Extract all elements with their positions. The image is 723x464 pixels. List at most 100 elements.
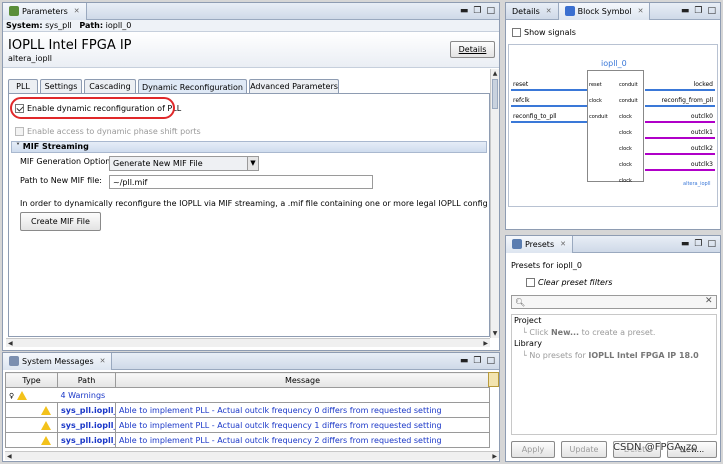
scroll-right-icon[interactable]: ▶ [492,452,497,461]
preset-search-input[interactable]: 🔍︎ [511,295,717,309]
click-new-hint: └ Click New... to create a preset. [522,328,656,337]
restore-icon[interactable]: ❐ [473,356,481,366]
vertical-scrollbar[interactable]: ▲ ▼ [490,69,499,338]
window-controls: ▬ ❐ □ [460,356,495,366]
clear-filters-label: Clear preset filters [538,278,613,287]
tab-details[interactable]: Details ✕ [506,2,559,20]
tab-cascading[interactable]: Cascading [84,79,136,93]
port-label-outer: outclk3 [690,161,713,168]
row-path: sys_pll.iopll_0 [57,402,116,418]
window-controls: ▬ ❐ □ [681,6,716,16]
tab-label: System Messages [22,356,94,366]
create-mif-button[interactable]: Create MIF File [20,212,101,231]
path-label: Path: [79,21,104,30]
update-button[interactable]: Update [561,441,607,458]
clear-search-icon[interactable]: ✕ [705,296,713,306]
mif-path-input[interactable]: ~/pll.mif [109,175,373,189]
maximize-icon[interactable]: □ [707,239,716,249]
port-label-outer: reconfig_from_pll [661,97,714,104]
info-text: In order to dynamically reconfigure the … [20,199,488,208]
mif-gen-select[interactable]: Generate New MIF File [109,156,259,171]
clear-filters-checkbox[interactable] [526,278,535,287]
mif-streaming-section[interactable]: ˅ MIF Streaming [11,141,487,153]
show-signals-label: Show signals [524,28,576,37]
port-label-inner: reset [589,82,602,88]
show-signals-checkbox[interactable] [512,28,521,37]
param-content: PLL Settings Cascading Dynamic Reconfigu… [8,79,490,337]
tab-body: Enable dynamic reconfiguration of PLL En… [8,93,490,337]
details-button[interactable]: Details [450,41,495,58]
port-label-inner: clock [589,98,602,104]
col-path[interactable]: Path [57,372,116,388]
ip-header: IOPLL Intel FPGA IP altera_iopll Details [3,32,499,68]
enable-phase-row: Enable access to dynamic phase shift por… [15,127,201,136]
col-type[interactable]: Type [5,372,58,388]
presets-header: Presets for iopll_0 [511,261,582,270]
scroll-thumb[interactable] [492,79,498,109]
show-signals-row[interactable]: Show signals [512,28,576,37]
ip-title: IOPLL Intel FPGA IP [8,38,132,53]
scroll-up-icon[interactable]: ▲ [491,69,499,78]
close-icon[interactable]: ✕ [100,357,106,365]
tab-dynamic-reconfiguration[interactable]: Dynamic Reconfiguration [138,79,247,94]
minimize-icon[interactable]: ▬ [460,356,469,366]
tree-library[interactable]: Library [514,339,542,348]
tab-advanced-parameters[interactable]: Advanced Parameters [249,79,339,93]
port-wire [511,121,587,123]
close-icon[interactable]: ✕ [546,7,552,15]
tab-system-messages[interactable]: System Messages ✕ [3,352,113,370]
section-title: MIF Streaming [22,142,89,151]
chevron-down-icon[interactable]: ▼ [247,156,259,171]
presets-tree: Project └ Click New... to create a prese… [511,314,717,435]
close-icon[interactable]: ✕ [560,240,566,248]
port-label-outer: outclk2 [690,145,713,152]
port-label-outer: outclk1 [690,129,713,136]
table-row[interactable]: sys_pll.iopll_0 Able to implement PLL - … [5,432,490,448]
port-label-outer: reset [513,81,529,88]
restore-icon[interactable]: ❐ [473,6,481,16]
minimize-icon[interactable]: ▬ [681,6,690,16]
tree-project[interactable]: Project [514,316,541,325]
maximize-icon[interactable]: □ [486,356,495,366]
tab-settings[interactable]: Settings [40,79,82,93]
scroll-right-icon[interactable]: ▶ [483,339,488,348]
warnings-group: 4 Warnings [57,387,490,403]
table-row[interactable]: sys_pll.iopll_0 Able to implement PLL - … [5,402,490,418]
minimize-icon[interactable]: ▬ [460,6,469,16]
table-row[interactable]: ♀ 4 Warnings [5,387,490,403]
tab-pll[interactable]: PLL [8,79,38,93]
minimize-icon[interactable]: ▬ [681,239,690,249]
enable-phase-label: Enable access to dynamic phase shift por… [27,127,201,136]
horizontal-scrollbar[interactable]: ◀ ▶ [6,338,490,347]
parameters-icon [9,6,19,16]
row-message: Able to implement PLL - Actual outclk fr… [115,432,490,448]
block-footer: altera_iopll [683,181,711,187]
collapse-icon[interactable]: ˅ [16,142,20,151]
warning-icon [41,420,51,430]
presets-tabbar: Presets ✕ ▬ ❐ □ [506,235,720,253]
messages-hscrollbar[interactable]: ◀ ▶ [5,451,499,460]
scroll-down-icon[interactable]: ▼ [491,329,499,338]
tab-block-symbol[interactable]: Block Symbol ✕ [558,2,651,20]
system-path-bar: System: sys_pll Path: iopll_0 [3,20,499,32]
restore-icon[interactable]: ❐ [694,239,702,249]
expand-icon[interactable]: ♀ [9,392,14,400]
port-label-inner: conduit [589,114,608,120]
scroll-left-icon[interactable]: ◀ [8,339,13,348]
maximize-icon[interactable]: □ [486,6,495,16]
watermark: CSDN @FPGA_zo [613,442,698,453]
tab-parameters[interactable]: Parameters ✕ [3,2,87,20]
clear-filters-row[interactable]: Clear preset filters [526,278,612,287]
maximize-icon[interactable]: □ [707,6,716,16]
filter-icon[interactable] [488,372,499,387]
col-message[interactable]: Message [115,372,490,388]
restore-icon[interactable]: ❐ [694,6,702,16]
ip-subtitle: altera_iopll [8,54,53,63]
close-icon[interactable]: ✕ [638,7,644,15]
close-icon[interactable]: ✕ [74,7,80,15]
apply-button[interactable]: Apply [511,441,555,458]
tab-presets[interactable]: Presets ✕ [506,235,573,253]
table-row[interactable]: sys_pll.iopll_0 Able to implement PLL - … [5,417,490,433]
instance-name: iopll_0 [601,59,627,68]
scroll-left-icon[interactable]: ◀ [7,452,12,461]
